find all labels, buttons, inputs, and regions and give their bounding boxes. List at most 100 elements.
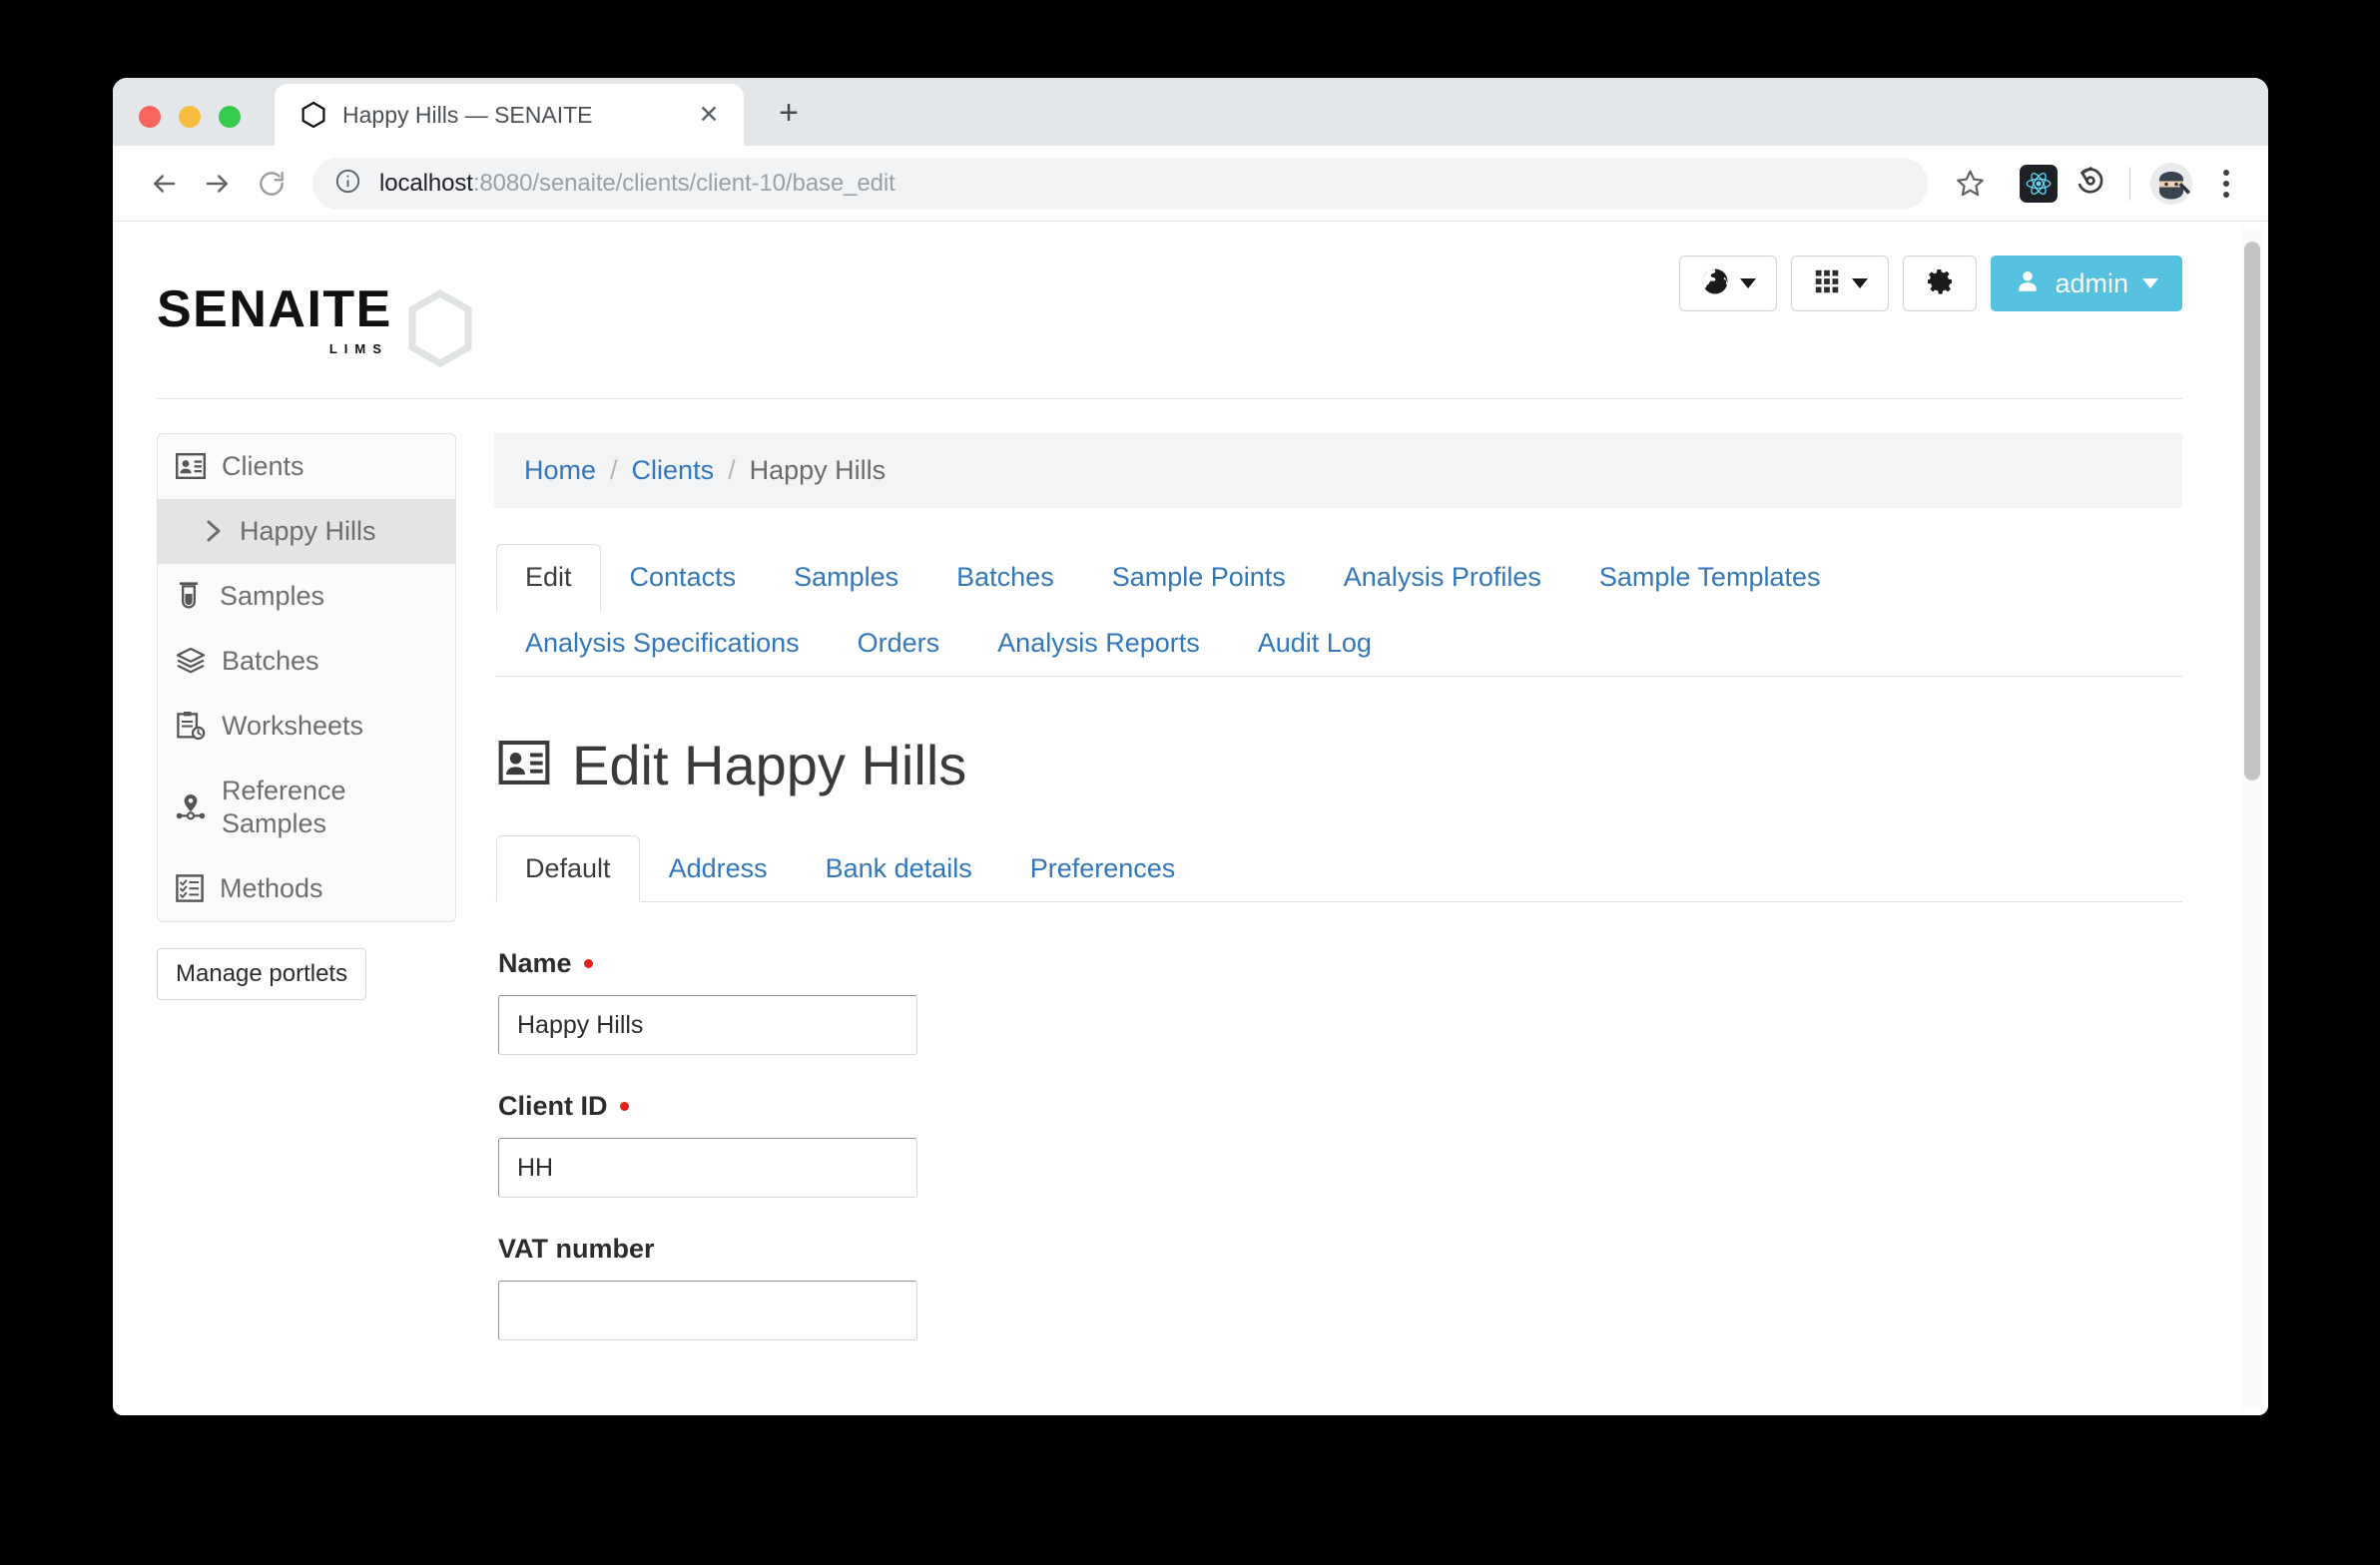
browser-window: Happy Hills — SENAITE ✕ + localhost:8080…: [113, 78, 2268, 1415]
address-bar[interactable]: localhost:8080/senaite/clients/client-10…: [312, 157, 1928, 210]
chevron-down-icon: [1852, 278, 1869, 288]
form-fields: Name Client ID: [494, 902, 2182, 1340]
language-selector[interactable]: [1679, 256, 1778, 311]
sidebar-item-label: Methods: [220, 872, 323, 903]
gear-icon: [1924, 265, 1956, 302]
chevron-down-icon: [2142, 278, 2158, 288]
info-circle-icon[interactable]: [334, 168, 361, 200]
content-tabs: Edit Contacts Samples Batches Sample Poi…: [494, 544, 2182, 677]
apps-menu[interactable]: [1791, 256, 1890, 311]
tab-sample-templates[interactable]: Sample Templates: [1570, 544, 1850, 611]
tab-contacts[interactable]: Contacts: [601, 544, 766, 611]
breadcrumb-separator: /: [610, 455, 618, 485]
tab-samples[interactable]: Samples: [765, 544, 927, 611]
grid-icon: [1812, 266, 1842, 301]
sidebar-item-label: Worksheets: [222, 710, 364, 741]
field-label: Name: [498, 948, 2182, 979]
chevron-down-icon: [1740, 278, 1757, 288]
sidebar-item-methods[interactable]: Methods: [158, 856, 455, 921]
tab-audit-log[interactable]: Audit Log: [1229, 610, 1401, 677]
clipboard-clock-icon: [176, 711, 206, 741]
layers-icon: [176, 647, 206, 675]
page-body: Clients Happy Hills Samples Batches Work…: [113, 399, 2222, 1376]
maximize-window-button[interactable]: [219, 106, 241, 128]
toolbar-divider: [2129, 166, 2130, 201]
chevron-right-icon: [204, 517, 224, 545]
browser-tab-title: Happy Hills — SENAITE: [342, 101, 593, 128]
sidebar-item-batches[interactable]: Batches: [158, 629, 455, 694]
tab-orders[interactable]: Orders: [829, 610, 969, 677]
sidebar-item-happy-hills[interactable]: Happy Hills: [158, 498, 455, 564]
minimize-window-button[interactable]: [179, 106, 201, 128]
form-tabs: Default Address Bank details Preferences: [494, 835, 2182, 902]
tab-analysis-profiles[interactable]: Analysis Profiles: [1315, 544, 1570, 611]
sidebar-item-label: Batches: [222, 645, 319, 676]
sidebar-item-clients[interactable]: Clients: [158, 434, 455, 499]
manage-portlets-button[interactable]: Manage portlets: [157, 947, 367, 1000]
senaite-header: SENAITE LIMS admin: [113, 222, 2222, 372]
close-icon[interactable]: ✕: [694, 100, 724, 130]
sidebar-item-worksheets[interactable]: Worksheets: [158, 694, 455, 759]
sidebar-item-label: Clients: [222, 451, 304, 481]
tab-sample-points[interactable]: Sample Points: [1083, 544, 1315, 611]
admin-menu-button[interactable]: admin: [1991, 256, 2182, 311]
sidebar: Clients Happy Hills Samples Batches Work…: [157, 433, 456, 1376]
tab-analysis-reports[interactable]: Analysis Reports: [968, 610, 1229, 677]
senaite-page: SENAITE LIMS admin Clients Happy Hills S…: [113, 222, 2268, 1415]
arrow-right-icon[interactable]: [191, 157, 245, 211]
user-icon: [2015, 267, 2041, 300]
form-tab-default[interactable]: Default: [496, 835, 640, 902]
breadcrumb: Home / Clients / Happy Hills: [494, 433, 2182, 508]
address-bar-path: :8080/senaite/clients/client-10/base_edi…: [472, 169, 895, 197]
settings-button[interactable]: [1903, 256, 1978, 311]
sidebar-item-reference-samples[interactable]: Reference Samples: [158, 759, 455, 856]
tab-batches[interactable]: Batches: [927, 544, 1083, 611]
new-tab-button[interactable]: +: [770, 94, 808, 132]
vat-number-input[interactable]: [498, 1281, 917, 1340]
tab-analysis-specifications[interactable]: Analysis Specifications: [496, 610, 829, 677]
browser-toolbar: localhost:8080/senaite/clients/client-10…: [113, 146, 2268, 222]
breadcrumb-item-clients[interactable]: Clients: [632, 455, 715, 486]
field-label: VAT number: [498, 1234, 2182, 1265]
form-tab-bank-details[interactable]: Bank details: [797, 835, 1001, 902]
checklist-icon: [176, 874, 204, 902]
star-icon[interactable]: [1944, 158, 1996, 210]
sidebar-item-samples[interactable]: Samples: [158, 564, 455, 629]
arrow-left-icon[interactable]: [137, 157, 191, 211]
three-dot-menu-icon[interactable]: [2206, 169, 2246, 198]
close-window-button[interactable]: [139, 106, 161, 128]
browser-tab[interactable]: Happy Hills — SENAITE ✕: [275, 84, 744, 146]
tab-edit[interactable]: Edit: [496, 544, 601, 611]
form-tab-preferences[interactable]: Preferences: [1001, 835, 1205, 902]
address-bar-url: localhost:8080/senaite/clients/client-10…: [379, 170, 895, 198]
required-indicator: [619, 1102, 629, 1111]
hexagon-icon: [300, 101, 326, 129]
senaite-logo[interactable]: SENAITE LIMS: [157, 248, 474, 372]
window-traffic-lights: [139, 106, 241, 128]
ninja-avatar-icon[interactable]: [2150, 162, 2192, 205]
breadcrumb-separator: /: [728, 455, 736, 485]
globe-icon: [1700, 266, 1730, 301]
page-viewport: SENAITE LIMS admin Clients Happy Hills S…: [113, 222, 2268, 1415]
reload-icon[interactable]: [245, 157, 298, 211]
field-name: Name: [498, 948, 2182, 1055]
client-id-input[interactable]: [498, 1138, 917, 1198]
admin-label: admin: [2055, 267, 2128, 298]
page-scrollbar[interactable]: [2242, 228, 2262, 1409]
page-scrollbar-thumb[interactable]: [2244, 242, 2260, 781]
main-content: Home / Clients / Happy Hills Edit Contac…: [494, 433, 2182, 1376]
header-tools: admin: [1679, 248, 2182, 311]
form-tab-address[interactable]: Address: [640, 835, 797, 902]
field-label-text: Client ID: [498, 1091, 608, 1121]
field-vat-number: VAT number: [498, 1234, 2182, 1340]
sidebar-item-label: Happy Hills: [240, 515, 376, 546]
id-card-icon: [176, 453, 206, 480]
name-input[interactable]: [498, 995, 917, 1055]
react-devtools-icon[interactable]: [2020, 164, 2058, 203]
field-label-text: VAT number: [498, 1234, 655, 1264]
breadcrumb-item-home[interactable]: Home: [524, 455, 596, 486]
address-bar-host: localhost: [379, 169, 473, 197]
field-label-text: Name: [498, 948, 572, 978]
reload-extension-icon[interactable]: [2074, 164, 2107, 203]
page-title-text: Edit Happy Hills: [572, 734, 967, 796]
